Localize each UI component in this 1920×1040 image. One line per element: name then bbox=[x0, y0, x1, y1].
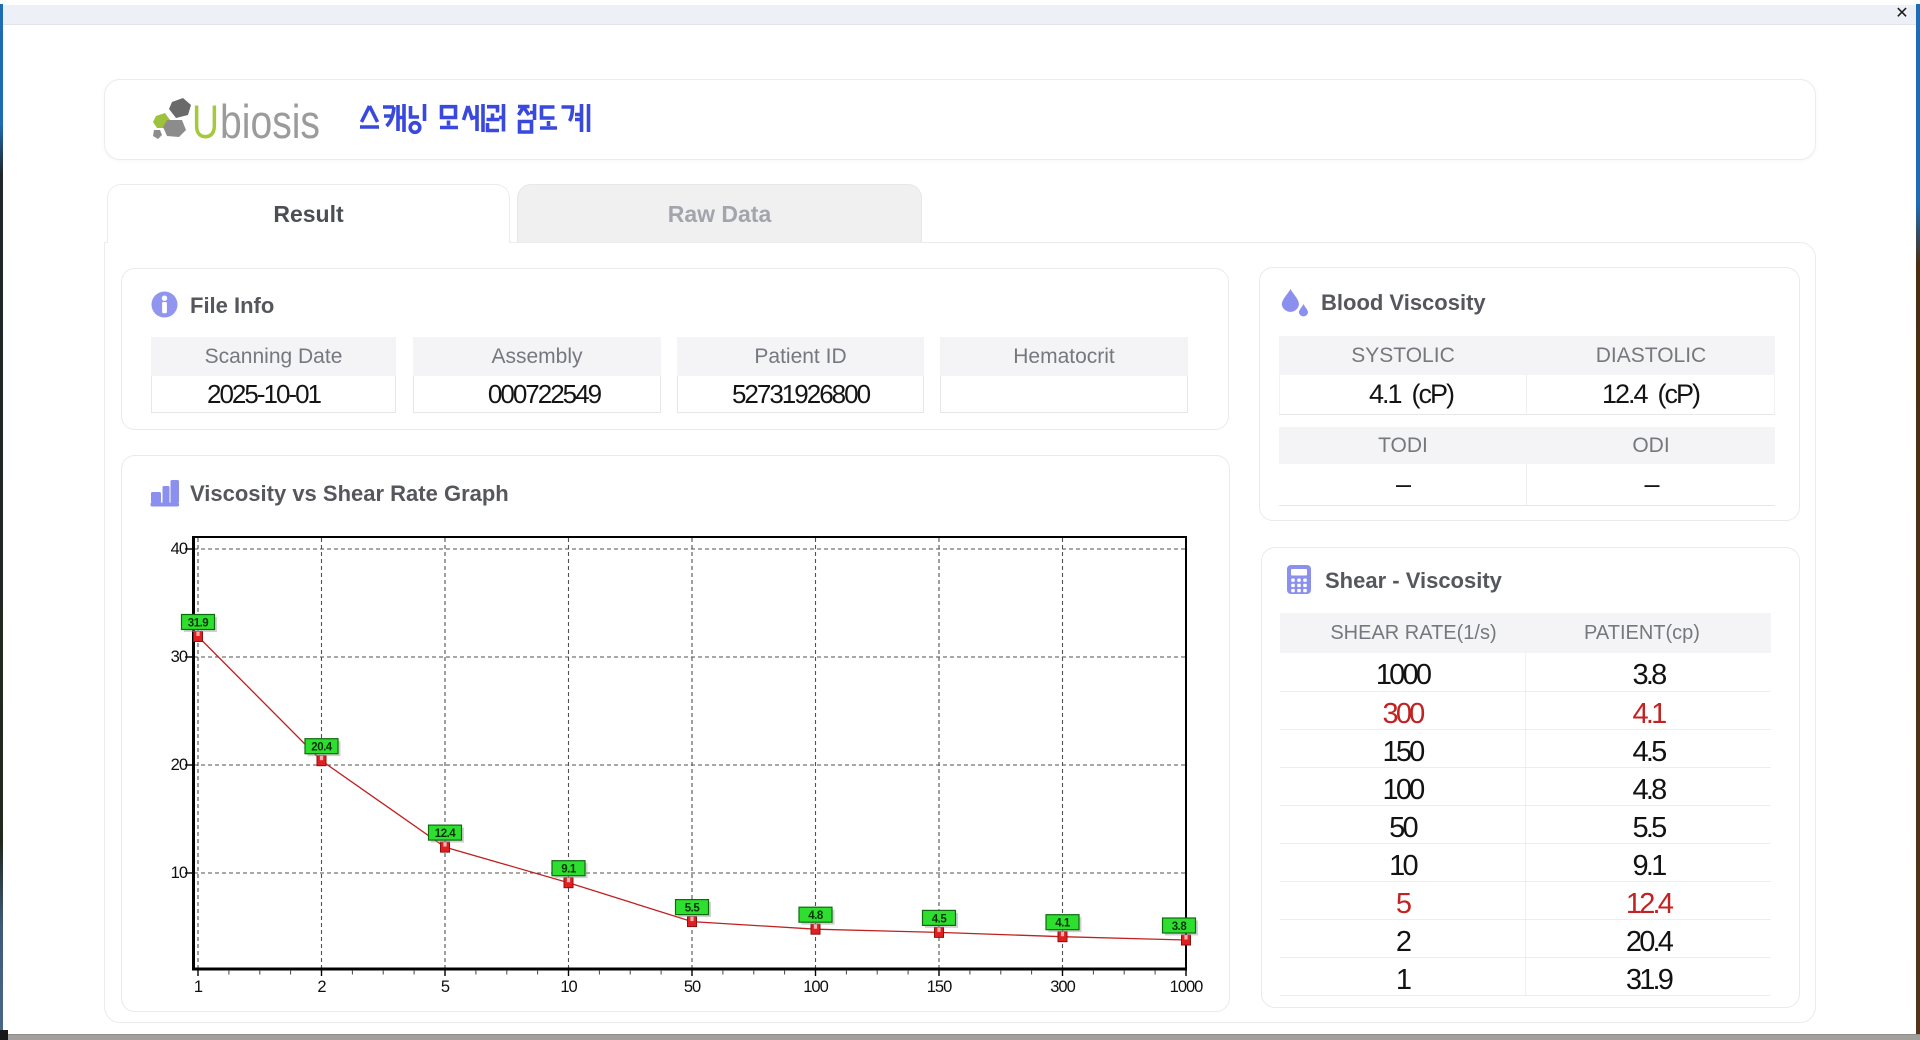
svg-text:U: U bbox=[192, 95, 219, 144]
svg-text:4.8: 4.8 bbox=[808, 910, 824, 922]
svg-text:5: 5 bbox=[441, 978, 450, 996]
svg-text:10: 10 bbox=[560, 978, 577, 996]
svg-text:3.8: 3.8 bbox=[1172, 921, 1188, 933]
svg-text:300: 300 bbox=[1050, 978, 1075, 996]
svg-text:31.9: 31.9 bbox=[188, 618, 208, 630]
svg-text:20.4: 20.4 bbox=[311, 742, 332, 754]
svg-text:5.5: 5.5 bbox=[685, 903, 701, 915]
svg-text:12.4: 12.4 bbox=[435, 828, 456, 840]
svg-text:30: 30 bbox=[171, 648, 188, 666]
svg-text:biosis: biosis bbox=[220, 95, 320, 144]
svg-text:1000: 1000 bbox=[1170, 978, 1204, 996]
svg-text:50: 50 bbox=[684, 978, 701, 996]
svg-text:150: 150 bbox=[927, 978, 952, 996]
svg-text:20: 20 bbox=[171, 756, 188, 774]
svg-text:10: 10 bbox=[171, 864, 188, 882]
svg-text:40: 40 bbox=[171, 540, 188, 558]
svg-text:1: 1 bbox=[194, 978, 203, 996]
svg-text:4.5: 4.5 bbox=[932, 913, 948, 925]
svg-text:9.1: 9.1 bbox=[561, 864, 577, 876]
svg-text:2: 2 bbox=[317, 978, 326, 996]
svg-text:100: 100 bbox=[803, 978, 828, 996]
svg-text:4.1: 4.1 bbox=[1055, 918, 1071, 930]
